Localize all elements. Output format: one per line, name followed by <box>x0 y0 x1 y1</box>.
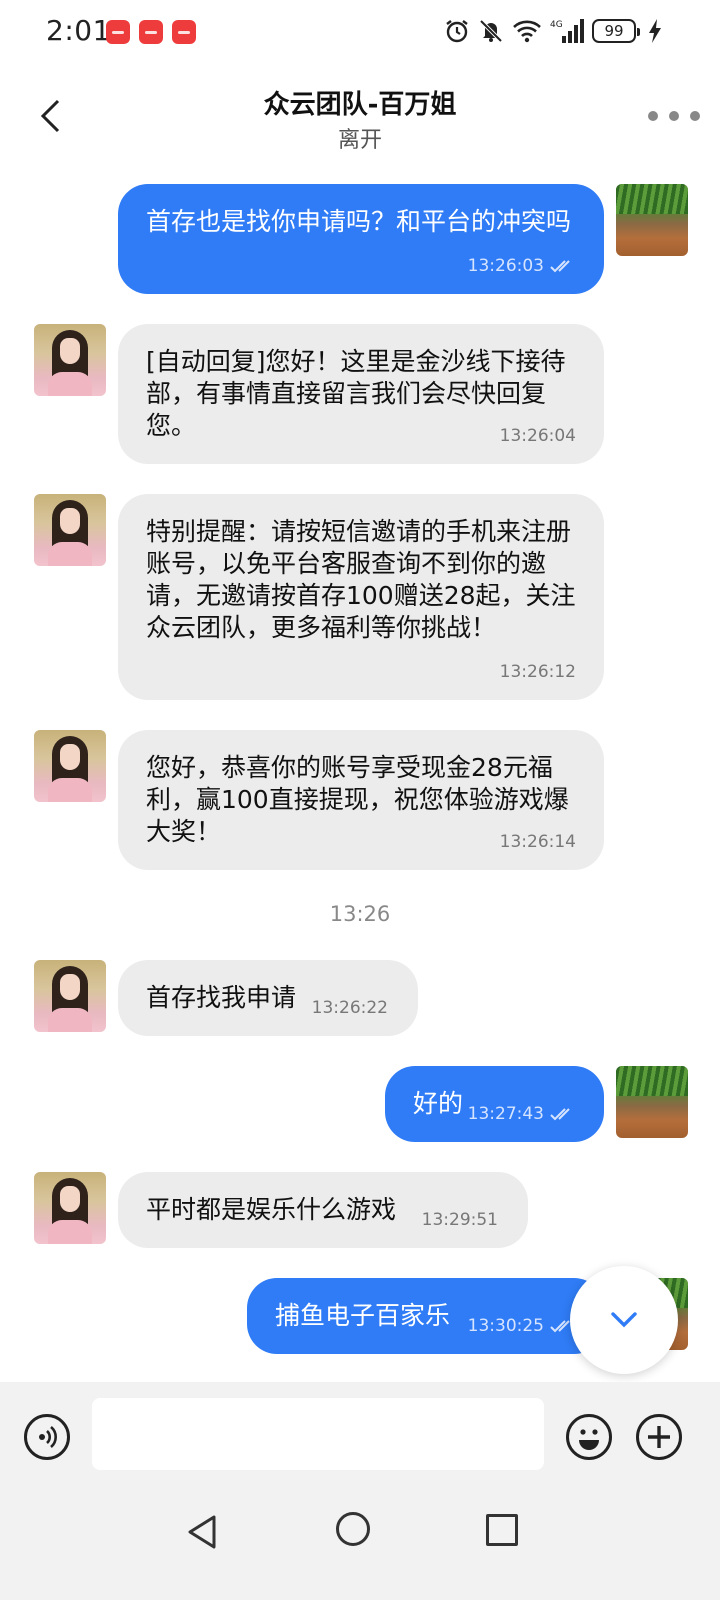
app-notification-icon <box>106 20 130 44</box>
svg-text:4G: 4G <box>550 20 563 30</box>
wifi-icon <box>512 19 542 43</box>
plus-icon <box>648 1426 670 1448</box>
alarm-icon <box>444 18 470 44</box>
more-dot-icon <box>690 111 700 121</box>
message-list[interactable]: 首存也是找你申请吗？和平台的冲突吗 13:26:03 [自动回复]您好！这里是金… <box>0 168 720 1382</box>
read-receipt-icon <box>550 1108 570 1121</box>
chevron-down-icon <box>611 1312 637 1328</box>
message-text: 首存找我申请 <box>146 983 297 1012</box>
nav-back-button[interactable] <box>184 1512 224 1552</box>
composer-bar <box>0 1382 720 1490</box>
contact-avatar[interactable] <box>34 960 106 1032</box>
triangle-back-icon <box>188 1515 216 1549</box>
contact-avatar[interactable] <box>34 1172 106 1244</box>
message-time: 13:26:14 <box>499 832 576 852</box>
message-meta: 13:30:25 <box>468 1310 576 1342</box>
status-bar: 2:01 4G 99 <box>0 0 720 64</box>
contact-avatar[interactable] <box>34 730 106 802</box>
chat-header: 众云团队-百万姐 离开 <box>0 64 720 168</box>
voice-input-button[interactable] <box>24 1414 70 1460</box>
read-receipt-icon <box>550 260 570 273</box>
incoming-message[interactable]: 平时都是娱乐什么游戏 13:29:51 <box>118 1172 528 1248</box>
system-nav-bar <box>0 1490 720 1600</box>
message-time: 13:26:22 <box>311 998 388 1018</box>
attach-button[interactable] <box>636 1414 682 1460</box>
outgoing-message[interactable]: 好的 13:27:43 <box>385 1066 604 1142</box>
app-notification-icon <box>172 20 196 44</box>
message-time: 13:26:12 <box>499 662 576 682</box>
message-meta: 13:26:03 <box>468 250 576 282</box>
chat-screen: 2:01 4G 99 众云团队-百万姐 离开 首存也是找你申请吗？和平台的冲突吗… <box>0 0 720 1600</box>
my-avatar[interactable] <box>616 1066 688 1138</box>
more-dot-icon <box>648 111 658 121</box>
incoming-message[interactable]: [自动回复]您好！这里是金沙线下接待部，有事情直接留言我们会尽快回复您。 13:… <box>118 324 604 464</box>
contact-avatar[interactable] <box>34 494 106 566</box>
message-time: 13:26:04 <box>499 426 576 446</box>
my-avatar[interactable] <box>616 184 688 256</box>
notification-icons <box>106 20 196 44</box>
cellular-signal-icon: 4G <box>550 18 584 44</box>
message-time: 13:27:43 <box>467 1104 544 1124</box>
mute-icon <box>478 18 504 44</box>
message-time: 13:30:25 <box>467 1316 544 1336</box>
incoming-message[interactable]: 特别提醒：请按短信邀请的手机来注册账号，以免平台客服查询不到你的邀请，无邀请按首… <box>118 494 604 700</box>
chat-title: 众云团队-百万姐 <box>263 90 457 120</box>
more-options-button[interactable] <box>648 102 700 130</box>
message-time: 13:26:03 <box>467 256 544 276</box>
emoji-icon <box>579 1429 599 1450</box>
charging-icon <box>648 18 662 44</box>
presence-status: 离开 <box>337 128 382 153</box>
emoji-button[interactable] <box>566 1414 612 1460</box>
time-divider: 13:26 <box>329 902 391 926</box>
status-time: 2:01 <box>46 14 111 47</box>
status-indicators: 4G 99 <box>444 18 662 44</box>
more-dot-icon <box>669 111 679 121</box>
message-text: 特别提醒：请按短信邀请的手机来注册账号，以免平台客服查询不到你的邀请，无邀请按首… <box>146 517 576 642</box>
incoming-message[interactable]: 首存找我申请 13:26:22 <box>118 960 418 1036</box>
nav-recents-button[interactable] <box>486 1514 518 1546</box>
voice-icon <box>39 1426 57 1448</box>
nav-home-button[interactable] <box>336 1512 370 1546</box>
message-time: 13:29:51 <box>421 1210 498 1230</box>
message-input[interactable] <box>92 1398 544 1470</box>
scroll-to-bottom-button[interactable] <box>570 1266 678 1374</box>
battery-indicator: 99 <box>592 19 640 43</box>
app-notification-icon <box>139 20 163 44</box>
contact-avatar[interactable] <box>34 324 106 396</box>
incoming-message[interactable]: 您好，恭喜你的账号享受现金28元福利，赢100直接提现，祝您体验游戏爆大奖！ 1… <box>118 730 604 870</box>
message-text: 首存也是找你申请吗？和平台的冲突吗 <box>146 207 572 236</box>
message-meta: 13:27:43 <box>468 1098 576 1130</box>
outgoing-message[interactable]: 捕鱼电子百家乐 13:30:25 <box>247 1278 604 1354</box>
outgoing-message[interactable]: 首存也是找你申请吗？和平台的冲突吗 13:26:03 <box>118 184 604 294</box>
